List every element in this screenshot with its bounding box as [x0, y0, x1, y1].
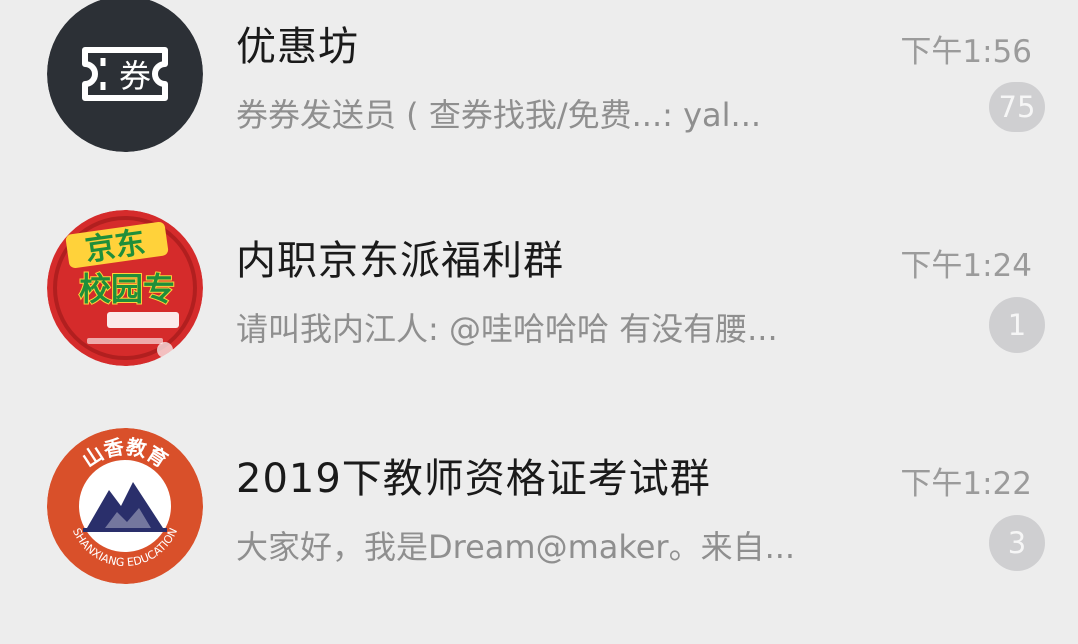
- jd-campus-logo-icon: 京东 校园专: [47, 210, 203, 366]
- chat-time: 下午1:24: [900, 248, 1032, 284]
- unread-badge: 75: [989, 82, 1045, 132]
- chat-title: 优惠坊: [236, 24, 359, 70]
- avatar[interactable]: 山香教育 SHANXIANG EDUCATION: [47, 428, 203, 584]
- chat-row-youhuifang[interactable]: 券 优惠坊 下午1:56 券券发送员 ( 查券找我/免费...: yal... …: [0, 0, 1078, 212]
- chat-time: 下午1:22: [900, 466, 1032, 502]
- chat-time: 下午1:56: [900, 34, 1032, 70]
- avatar[interactable]: 券: [47, 0, 203, 152]
- chat-preview: 券券发送员 ( 查券找我/免费...: yal...: [236, 96, 762, 134]
- chat-row-teacher-cert[interactable]: 山香教育 SHANXIANG EDUCATION 2019下教师资格证考试群 下…: [0, 428, 1078, 644]
- avatar[interactable]: 京东 校园专: [47, 210, 203, 366]
- ticket-icon: 券: [47, 0, 203, 152]
- svg-text:校园专: 校园专: [79, 270, 175, 308]
- chat-title: 2019下教师资格证考试群: [236, 456, 711, 502]
- chat-preview: 请叫我内江人: @哇哈哈哈 有没有腰...: [236, 310, 778, 348]
- svg-text:券: 券: [119, 57, 151, 95]
- chat-preview: 大家好，我是Dream@maker。来自...: [236, 528, 796, 566]
- unread-badge: 3: [989, 515, 1045, 571]
- unread-badge: 1: [989, 297, 1045, 353]
- shanxiang-education-logo-icon: 山香教育 SHANXIANG EDUCATION: [47, 428, 203, 584]
- chat-title: 内职京东派福利群: [236, 238, 564, 284]
- chat-row-jd-welfare[interactable]: 京东 校园专 内职京东派福利群 下午1:24 请叫我内江人: @哇哈哈哈 有没有…: [0, 210, 1078, 426]
